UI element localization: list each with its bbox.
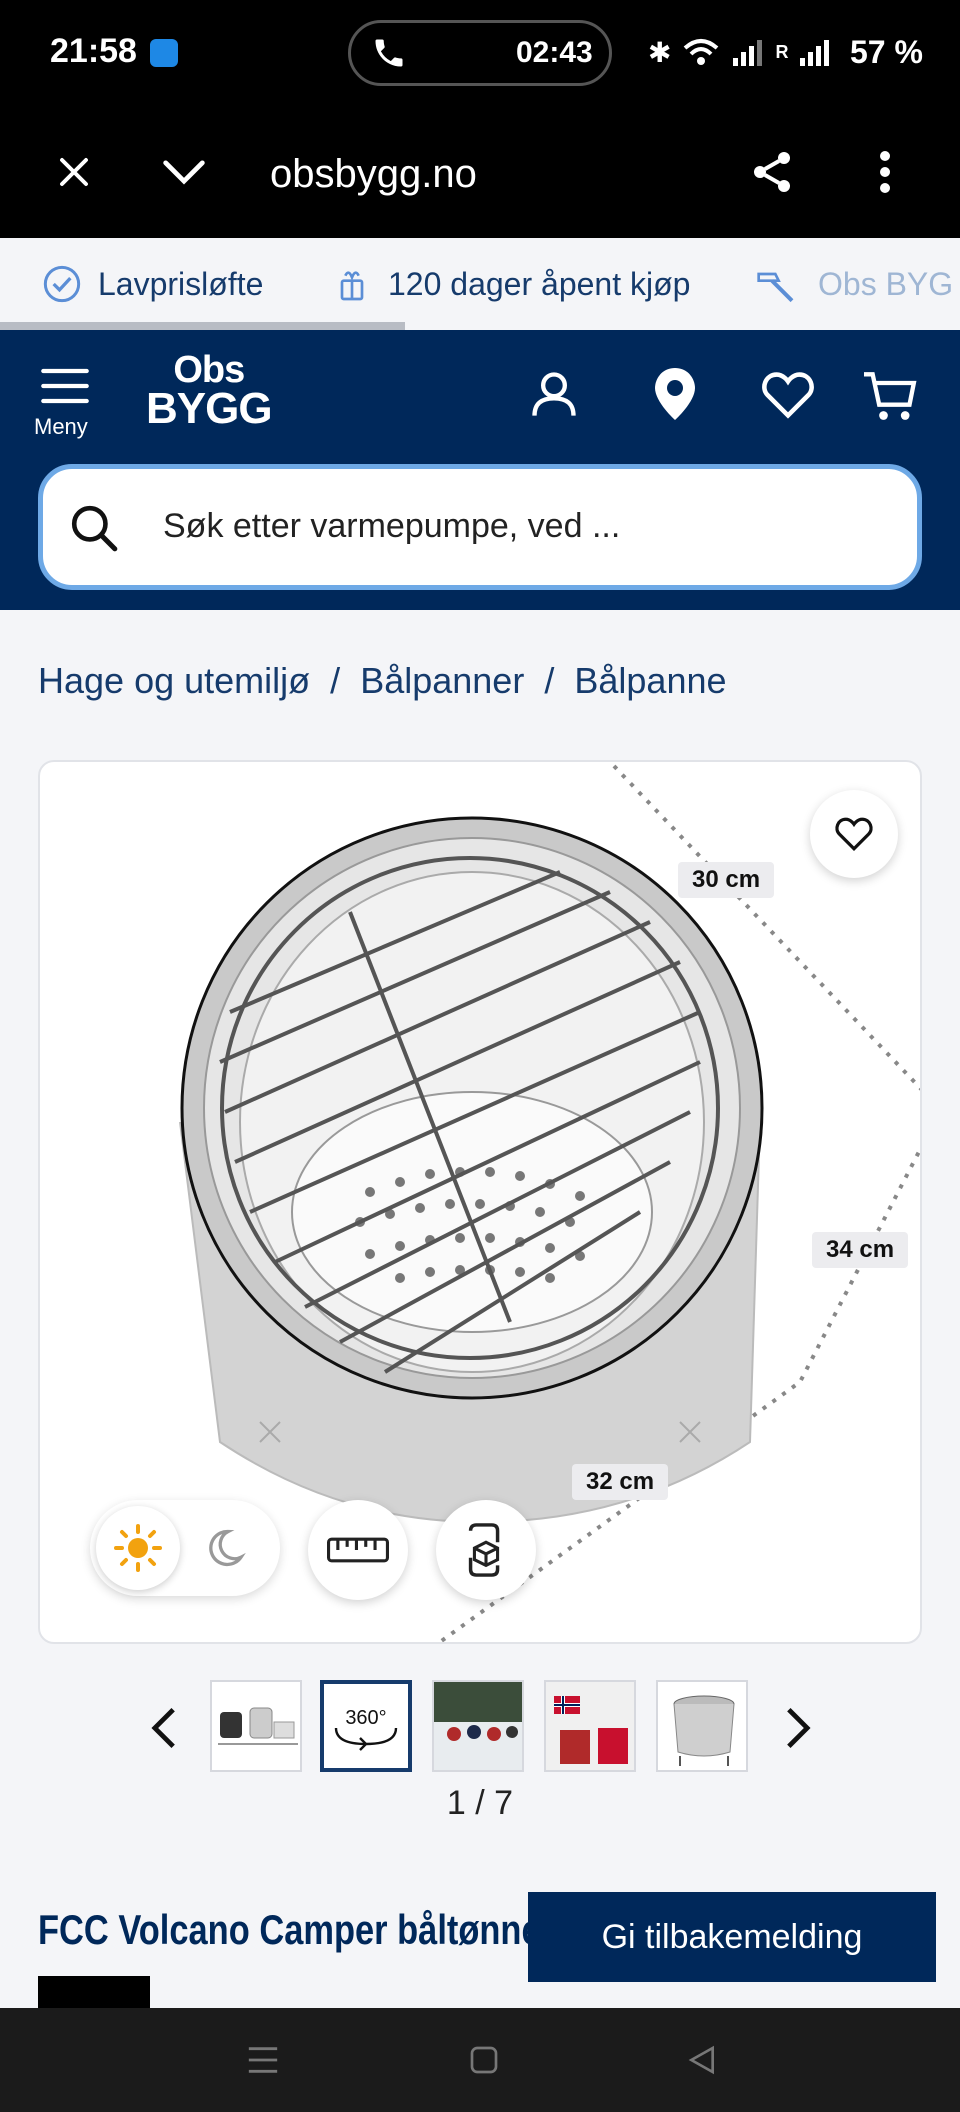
breadcrumb-separator: /	[330, 660, 341, 701]
roaming-label: R	[775, 42, 789, 62]
thumbnail-strip: 360°	[0, 1680, 960, 1780]
gift-icon	[340, 271, 364, 301]
status-time: 21:58	[50, 32, 137, 70]
close-icon[interactable]	[56, 154, 92, 190]
menu-label[interactable]: Meny	[34, 414, 88, 440]
thumbnail-image	[546, 1682, 634, 1770]
back-icon[interactable]	[686, 2044, 718, 2076]
signal-icon-2	[800, 39, 830, 66]
sun-icon	[114, 1524, 162, 1572]
browser-toolbar: obsbygg.no	[0, 108, 960, 238]
light-dark-toggle[interactable]	[90, 1500, 280, 1596]
battery-level: 57 %	[850, 34, 923, 70]
heart-icon[interactable]	[760, 370, 816, 420]
thumbnail-360-view[interactable]: 360°	[320, 1680, 412, 1772]
light-mode-button[interactable]	[96, 1506, 180, 1590]
image-counter: 1 / 7	[446, 1784, 514, 1822]
breadcrumb-item[interactable]: Hage og utemiljø	[38, 660, 310, 701]
logo-line2: BYGG	[146, 384, 273, 434]
measure-button[interactable]	[308, 1500, 408, 1600]
phone-icon	[375, 39, 403, 67]
signal-icon	[733, 39, 763, 66]
app-notification-icon	[150, 39, 178, 67]
thumbnail-campfire-group[interactable]	[432, 1680, 524, 1772]
home-icon[interactable]	[468, 2044, 500, 2076]
thumbnail-flag-people[interactable]	[544, 1680, 636, 1772]
product-image-gallery[interactable]: 30 cm 34 cm 32 cm	[38, 760, 922, 1644]
usp-banner: Lavprisløfte 120 dager åpent kjøp Obs BY…	[0, 238, 960, 330]
chevron-left-icon[interactable]	[150, 1706, 178, 1750]
site-header: Meny Obs BYGG Søk etter varmepumpe, ved …	[0, 330, 960, 610]
search-placeholder: Søk etter varmepumpe, ved ...	[163, 507, 621, 545]
ruler-icon	[327, 1537, 389, 1563]
usp-label: Lavprisløfte	[98, 265, 264, 302]
usp-lavprislofte[interactable]: Lavprisløfte	[42, 264, 263, 304]
heart-outline-icon	[835, 817, 873, 852]
thumbnail-product-set[interactable]	[210, 1680, 302, 1772]
thumbnail-image	[218, 1707, 298, 1745]
ar-phone-icon	[468, 1523, 500, 1577]
user-icon[interactable]	[528, 368, 580, 420]
status-bar: 21:58 02:43 ✱ R 57 %	[0, 0, 960, 108]
usp-scroll-indicator	[0, 322, 405, 330]
obs-bygg-logo[interactable]: Obs BYGG	[146, 349, 273, 434]
usp-aapent-kjop[interactable]: 120 dager åpent kjøp	[332, 264, 690, 304]
breadcrumb: Hage og utemiljø / Bålpanner / Bålpanne	[38, 660, 727, 702]
usp-label: Obs BYG	[818, 265, 954, 302]
bluetooth-icon: ✱	[648, 37, 672, 68]
dimension-height-label: 34 cm	[812, 1232, 909, 1268]
hamburger-menu-icon[interactable]	[40, 366, 90, 406]
usp-obs-bygg[interactable]: Obs BYG	[752, 264, 953, 304]
url-bar[interactable]: obsbygg.no	[270, 152, 477, 197]
feedback-button[interactable]: Gi tilbakemelding	[528, 1892, 936, 1982]
hammer-icon	[757, 272, 794, 303]
thumbnail-image	[434, 1682, 522, 1770]
thumbnail-product[interactable]	[656, 1680, 748, 1772]
brand-logo[interactable]	[38, 1976, 150, 2010]
breadcrumb-item[interactable]: Bålpanne	[574, 660, 726, 701]
thumbnail-image	[673, 1695, 735, 1766]
chevron-right-icon[interactable]	[784, 1706, 812, 1750]
ar-view-button[interactable]	[436, 1500, 536, 1600]
location-pin-icon[interactable]	[650, 366, 700, 422]
more-vert-icon[interactable]	[870, 148, 900, 196]
dimension-width-label: 30 cm	[678, 862, 775, 898]
svg-text:360°: 360°	[345, 1707, 386, 1729]
system-navigation-bar	[0, 2008, 960, 2112]
cart-icon[interactable]	[860, 370, 920, 422]
search-icon	[71, 505, 118, 552]
share-icon[interactable]	[748, 148, 796, 196]
status-icons: ✱ R	[648, 36, 832, 69]
usp-label: 120 dager åpent kjøp	[388, 265, 691, 302]
chevron-down-icon[interactable]	[162, 156, 206, 188]
rotate-360-icon: 360°	[334, 1707, 398, 1751]
recent-apps-icon[interactable]	[246, 2044, 280, 2076]
breadcrumb-separator: /	[544, 660, 555, 701]
call-duration: 02:43	[516, 36, 593, 69]
search-field[interactable]: Søk etter varmepumpe, ved ...	[38, 464, 922, 590]
breadcrumb-item[interactable]: Bålpanner	[360, 660, 524, 701]
check-circle-icon	[43, 265, 81, 303]
product-title: FCC Volcano Camper båltønne	[38, 1906, 541, 1953]
logo-line1: Obs	[173, 349, 245, 391]
dimension-depth-label: 32 cm	[572, 1464, 669, 1500]
wifi-icon	[684, 38, 719, 65]
moon-icon[interactable]	[208, 1526, 252, 1570]
favorite-button[interactable]	[810, 790, 898, 878]
